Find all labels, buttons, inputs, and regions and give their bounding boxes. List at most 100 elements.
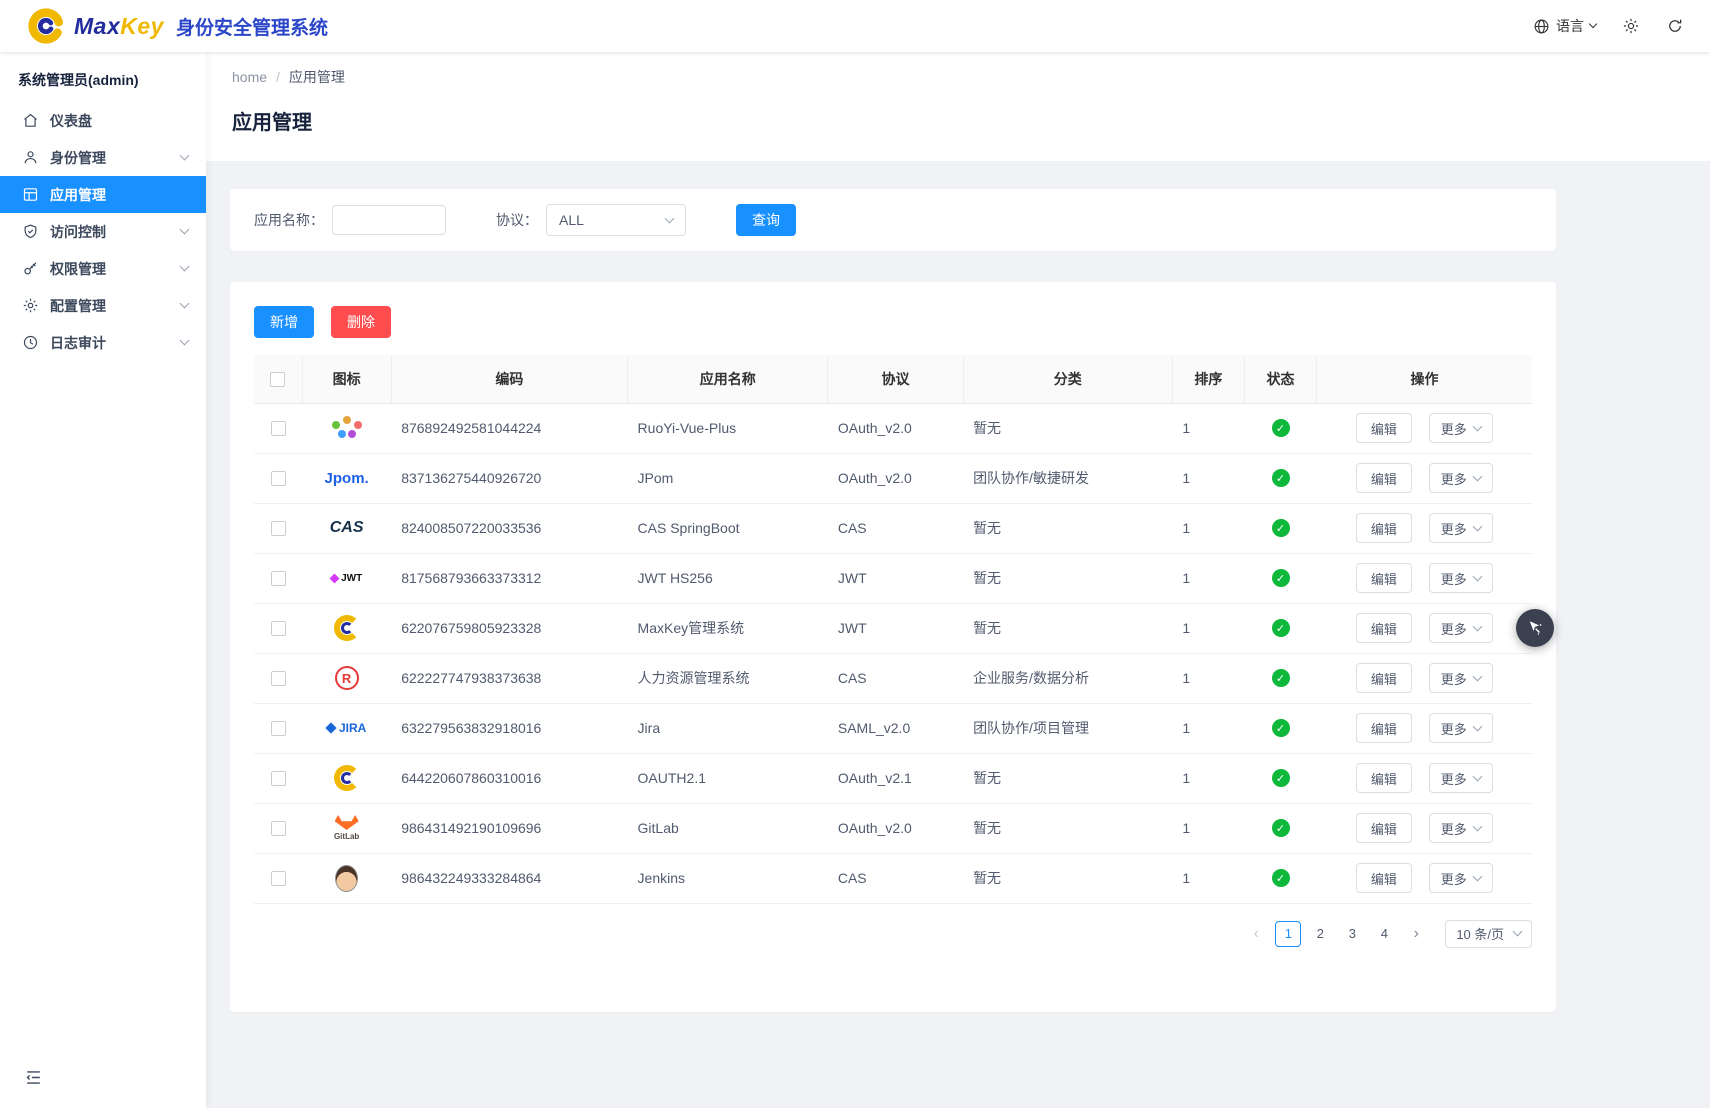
app-category: 暂无 (963, 753, 1172, 803)
app-name: GitLab (628, 803, 828, 853)
app-name: CAS SpringBoot (628, 503, 828, 553)
app-sort: 1 (1172, 803, 1244, 853)
search-button[interactable]: 查询 (736, 204, 796, 236)
product-title: 身份安全管理系统 (176, 13, 328, 40)
row-checkbox[interactable] (271, 471, 286, 486)
chevron-down-icon (1513, 927, 1523, 937)
jpom-logo: Jpom. (325, 459, 369, 497)
more-button[interactable]: 更多 (1429, 863, 1493, 893)
next-page-button[interactable]: › (1403, 921, 1429, 947)
sidebar-collapse-icon[interactable] (24, 1068, 43, 1090)
sidebar-item-access-control[interactable]: 访问控制 (0, 213, 206, 250)
logout-icon[interactable] (1666, 17, 1684, 35)
row-checkbox[interactable] (271, 721, 286, 736)
app-name-input[interactable] (332, 205, 446, 235)
more-button-label: 更多 (1441, 819, 1467, 838)
table-toolbar: 新增 删除 (254, 306, 1532, 338)
edit-button[interactable]: 编辑 (1356, 813, 1412, 843)
sidebar-item-label: 身份管理 (50, 148, 106, 168)
header-actions: 语言 (1533, 16, 1684, 36)
delete-button[interactable]: 删除 (331, 306, 391, 338)
page-button-4[interactable]: 4 (1371, 921, 1397, 947)
more-button-label: 更多 (1441, 469, 1467, 488)
sidebar-item-dashboard[interactable]: 仪表盘 (0, 102, 206, 139)
more-button[interactable]: 更多 (1429, 513, 1493, 543)
chevron-down-icon (180, 262, 190, 272)
row-checkbox[interactable] (271, 421, 286, 436)
ruoyi-logo (325, 409, 369, 447)
pagination: ‹ 1 2 3 4 › 10 条/页 (254, 920, 1532, 948)
app-sort: 1 (1172, 653, 1244, 703)
sidebar-item-config[interactable]: 配置管理 (0, 287, 206, 324)
app-name: 人力资源管理系统 (628, 653, 828, 703)
app-protocol: JWT (828, 603, 963, 653)
app-header: MaxKey 身份安全管理系统 语言 (0, 0, 1710, 52)
sidebar-item-identity[interactable]: 身份管理 (0, 139, 206, 176)
access-control-icon (22, 223, 39, 240)
app-name: Jira (628, 703, 828, 753)
more-button[interactable]: 更多 (1429, 613, 1493, 643)
page-size-select[interactable]: 10 条/页 (1445, 920, 1532, 948)
brand: MaxKey 身份安全管理系统 (26, 6, 328, 46)
more-button-label: 更多 (1441, 769, 1467, 788)
row-checkbox[interactable] (271, 821, 286, 836)
edit-button[interactable]: 编辑 (1356, 613, 1412, 643)
more-button[interactable]: 更多 (1429, 413, 1493, 443)
floating-tool-button[interactable] (1516, 609, 1554, 647)
chevron-down-icon (1472, 521, 1482, 531)
row-checkbox[interactable] (271, 871, 286, 886)
select-all-checkbox[interactable] (270, 372, 285, 387)
chevron-down-icon (1472, 471, 1482, 481)
chevron-down-icon (1472, 421, 1482, 431)
chevron-down-icon (180, 151, 190, 161)
table-row: JIRA 632279563832918016 Jira SAML_v2.0 团… (254, 703, 1532, 753)
table-header-row: 图标 编码 应用名称 协议 分类 排序 状态 操作 (254, 355, 1532, 403)
protocol-select[interactable]: ALL (546, 204, 686, 236)
cas-logo: CAS (325, 509, 369, 547)
table-body: 876892492581044224 RuoYi-Vue-Plus OAuth_… (254, 403, 1532, 903)
col-header-icon: 图标 (302, 355, 391, 403)
more-button[interactable]: 更多 (1429, 463, 1493, 493)
edit-button[interactable]: 编辑 (1356, 663, 1412, 693)
page-button-1[interactable]: 1 (1275, 921, 1301, 947)
edit-button[interactable]: 编辑 (1356, 563, 1412, 593)
more-button[interactable]: 更多 (1429, 763, 1493, 793)
row-checkbox[interactable] (271, 521, 286, 536)
edit-button[interactable]: 编辑 (1356, 863, 1412, 893)
edit-button[interactable]: 编辑 (1356, 413, 1412, 443)
app-name: MaxKey管理系统 (628, 603, 828, 653)
page-button-3[interactable]: 3 (1339, 921, 1365, 947)
row-checkbox[interactable] (271, 671, 286, 686)
sidebar-item-apps[interactable]: 应用管理 (0, 176, 206, 213)
edit-button[interactable]: 编辑 (1356, 763, 1412, 793)
sidebar-item-audit[interactable]: 日志审计 (0, 324, 206, 361)
more-button-label: 更多 (1441, 669, 1467, 688)
add-button[interactable]: 新增 (254, 306, 314, 338)
edit-button[interactable]: 编辑 (1356, 463, 1412, 493)
app-protocol: OAuth_v2.0 (828, 803, 963, 853)
page-button-2[interactable]: 2 (1307, 921, 1333, 947)
chevron-down-icon (180, 225, 190, 235)
more-button[interactable]: 更多 (1429, 663, 1493, 693)
edit-button[interactable]: 编辑 (1356, 713, 1412, 743)
prev-page-button[interactable]: ‹ (1243, 921, 1269, 947)
row-checkbox[interactable] (271, 771, 286, 786)
row-checkbox[interactable] (271, 571, 286, 586)
breadcrumb-home[interactable]: home (232, 69, 267, 85)
row-checkbox[interactable] (271, 621, 286, 636)
more-button[interactable]: 更多 (1429, 563, 1493, 593)
language-switcher[interactable]: 语言 (1533, 16, 1596, 36)
chevron-down-icon (180, 299, 190, 309)
apps-table: 图标 编码 应用名称 协议 分类 排序 状态 操作 87689249258104… (254, 355, 1532, 904)
settings-gear-icon[interactable] (1622, 17, 1640, 35)
app-protocol: OAuth_v2.0 (828, 403, 963, 453)
maxkey-logo-icon (26, 6, 66, 46)
sidebar-item-permission[interactable]: 权限管理 (0, 250, 206, 287)
app-name: RuoYi-Vue-Plus (628, 403, 828, 453)
more-button[interactable]: 更多 (1429, 713, 1493, 743)
gear-icon (22, 297, 39, 314)
edit-button[interactable]: 编辑 (1356, 513, 1412, 543)
more-button-label: 更多 (1441, 719, 1467, 738)
more-button[interactable]: 更多 (1429, 813, 1493, 843)
brand-key: Key (120, 13, 164, 39)
